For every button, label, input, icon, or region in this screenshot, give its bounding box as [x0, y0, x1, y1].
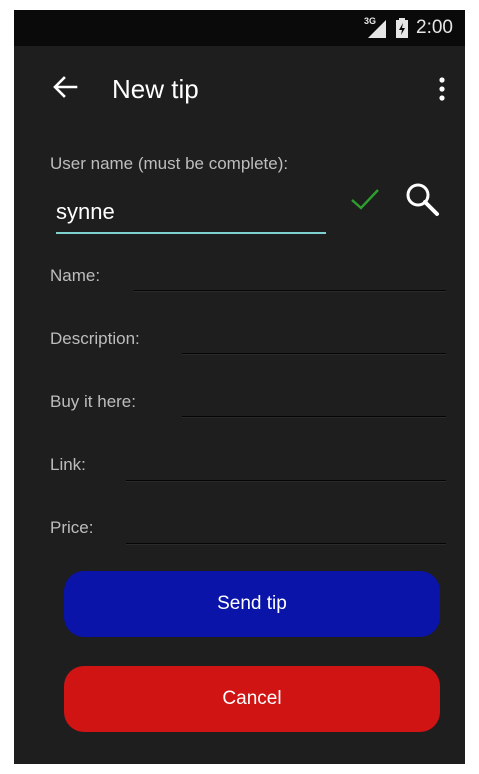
status-bar: 3G 2:00 — [14, 10, 465, 46]
buy-it-here-underline — [182, 416, 446, 418]
price-input[interactable] — [126, 514, 444, 540]
name-input[interactable] — [134, 262, 444, 288]
name-label: Name: — [50, 266, 101, 285]
link-underline — [126, 480, 446, 482]
username-label: User name (must be complete): — [50, 154, 289, 173]
username-input[interactable] — [56, 194, 326, 230]
more-vert-icon[interactable] — [437, 76, 447, 102]
battery-icon — [396, 18, 409, 38]
buy-it-here-input[interactable] — [182, 388, 444, 414]
username-field[interactable] — [56, 194, 326, 234]
signal-icon: 3G — [364, 16, 388, 38]
status-icons: 3G 2:00 — [364, 16, 453, 39]
check-icon — [349, 186, 381, 212]
name-underline — [134, 290, 446, 292]
price-label: Price: — [50, 518, 94, 537]
phone-screen: 3G 2:00 New tip User name (must be compl… — [14, 10, 465, 764]
arrow-back-icon[interactable] — [52, 74, 78, 100]
page-title: New tip — [112, 74, 199, 104]
description-input[interactable] — [182, 325, 444, 351]
search-icon[interactable] — [404, 181, 440, 217]
buy-it-here-label: Buy it here: — [50, 392, 136, 411]
description-underline — [182, 353, 446, 355]
price-underline — [126, 543, 446, 545]
cancel-button[interactable]: Cancel — [64, 666, 440, 732]
link-input[interactable] — [126, 451, 444, 477]
send-tip-button[interactable]: Send tip — [64, 571, 440, 637]
app-bar: New tip — [14, 46, 465, 132]
status-time: 2:00 — [416, 17, 453, 38]
link-label: Link: — [50, 455, 86, 474]
description-label: Description: — [50, 329, 140, 348]
